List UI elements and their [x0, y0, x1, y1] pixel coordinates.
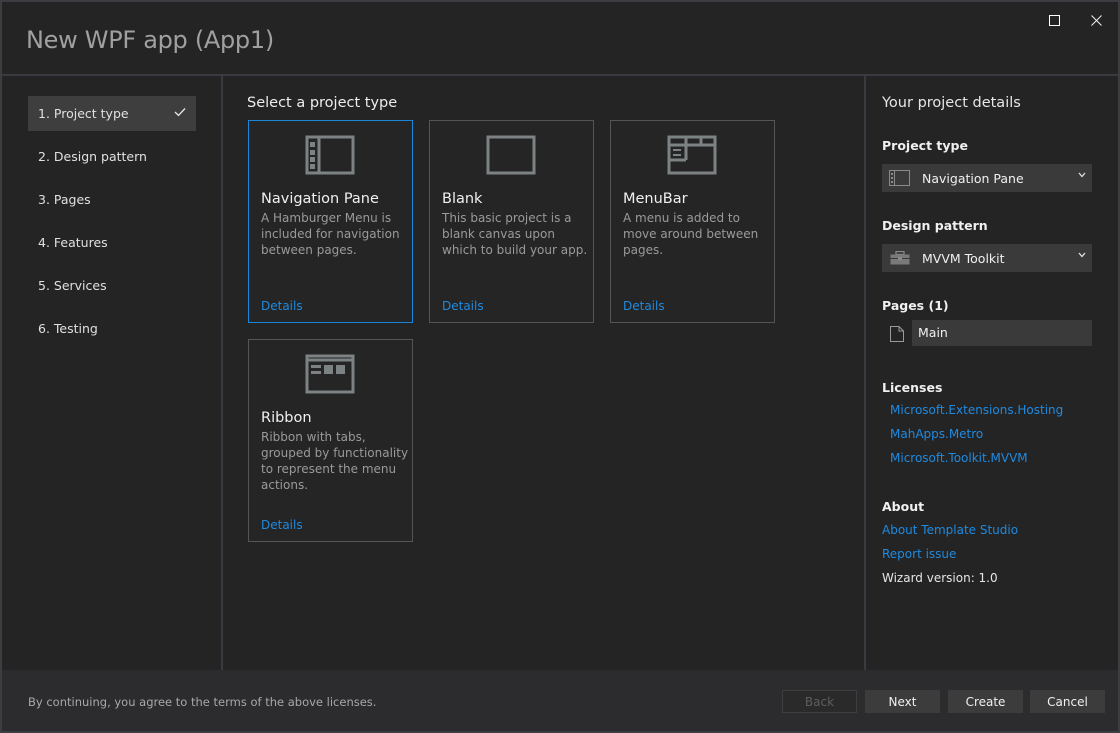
- wizard-window: New WPF app (App1) 1. Project type 2. De…: [2, 2, 1118, 731]
- step-label: 1. Project type: [38, 106, 129, 121]
- card-menubar[interactable]: MenuBar A menu is added to move around b…: [610, 120, 775, 323]
- step-design-pattern[interactable]: 2. Design pattern: [28, 139, 196, 174]
- step-label: 3. Pages: [38, 192, 91, 207]
- card-ribbon[interactable]: Ribbon Ribbon with tabs, grouped by func…: [248, 339, 413, 542]
- card-description: Ribbon with tabs, grouped by functionali…: [261, 430, 409, 492]
- project-type-value: Navigation Pane: [922, 170, 1024, 186]
- step-label: 5. Services: [38, 278, 107, 293]
- details-title: Your project details: [882, 95, 1021, 111]
- card-title: MenuBar: [623, 191, 688, 207]
- step-label: 4. Features: [38, 235, 108, 250]
- details-link[interactable]: Details: [623, 299, 665, 313]
- menubar-icon: [667, 135, 717, 175]
- maximize-button[interactable]: [1040, 10, 1068, 30]
- step-pages[interactable]: 3. Pages: [28, 182, 196, 217]
- toolbox-icon: [888, 249, 912, 267]
- design-pattern-value: MVVM Toolkit: [922, 250, 1005, 266]
- step-services[interactable]: 5. Services: [28, 268, 196, 303]
- license-link[interactable]: MahApps.Metro: [890, 427, 983, 441]
- card-title: Ribbon: [261, 410, 312, 426]
- page-item: Main: [882, 320, 1092, 347]
- maximize-icon: [1048, 14, 1060, 26]
- sidebar-divider: [221, 76, 223, 670]
- step-features[interactable]: 4. Features: [28, 225, 196, 260]
- card-title: Navigation Pane: [261, 191, 379, 207]
- header-divider: [2, 74, 1118, 76]
- step-label: 2. Design pattern: [38, 149, 147, 164]
- about-label: About: [882, 499, 925, 514]
- details-link[interactable]: Details: [261, 518, 303, 532]
- ribbon-icon: [305, 354, 355, 394]
- card-description: A menu is added to move around between p…: [623, 211, 759, 257]
- navigation-pane-icon: [305, 135, 355, 175]
- license-link[interactable]: Microsoft.Toolkit.MVVM: [890, 451, 1028, 465]
- license-link[interactable]: Microsoft.Extensions.Hosting: [890, 403, 1063, 417]
- card-navigation-pane[interactable]: Navigation Pane A Hamburger Menu is incl…: [248, 120, 413, 323]
- card-description: This basic project is a blank canvas upo…: [442, 211, 588, 257]
- report-issue-link[interactable]: Report issue: [882, 547, 956, 561]
- back-button[interactable]: Back: [782, 690, 857, 713]
- project-type-dropdown[interactable]: Navigation Pane: [882, 164, 1092, 192]
- window-title: New WPF app (App1): [26, 26, 274, 54]
- chevron-down-icon: [1078, 252, 1086, 258]
- wizard-version: Wizard version: 1.0: [882, 571, 998, 585]
- terms-text: By continuing, you agree to the terms of…: [28, 695, 377, 709]
- checkmark-icon: [174, 108, 186, 117]
- details-divider: [864, 76, 866, 670]
- design-pattern-label: Design pattern: [882, 218, 988, 233]
- about-template-studio-link[interactable]: About Template Studio: [882, 523, 1018, 537]
- navigation-pane-icon: [888, 169, 912, 187]
- steps-nav: 1. Project type 2. Design pattern 3. Pag…: [28, 96, 196, 354]
- step-testing[interactable]: 6. Testing: [28, 311, 196, 346]
- licenses-label: Licenses: [882, 380, 943, 395]
- details-link[interactable]: Details: [442, 299, 484, 313]
- create-button[interactable]: Create: [948, 690, 1023, 713]
- card-blank[interactable]: Blank This basic project is a blank canv…: [429, 120, 594, 323]
- footer: By continuing, you agree to the terms of…: [2, 670, 1118, 731]
- project-type-label: Project type: [882, 138, 968, 153]
- step-label: 6. Testing: [38, 321, 98, 336]
- close-button[interactable]: [1082, 10, 1110, 30]
- card-description: A Hamburger Menu is included for navigat…: [261, 211, 400, 257]
- blank-icon: [486, 135, 536, 175]
- page-name-input[interactable]: Main: [912, 320, 1092, 346]
- next-button[interactable]: Next: [865, 690, 940, 713]
- chevron-down-icon: [1078, 172, 1086, 178]
- file-icon: [890, 326, 904, 342]
- details-link[interactable]: Details: [261, 299, 303, 313]
- step-project-type[interactable]: 1. Project type: [28, 96, 196, 131]
- close-icon: [1090, 14, 1102, 26]
- card-title: Blank: [442, 191, 483, 207]
- section-title: Select a project type: [247, 95, 398, 111]
- cancel-button[interactable]: Cancel: [1030, 690, 1105, 713]
- design-pattern-dropdown[interactable]: MVVM Toolkit: [882, 244, 1092, 272]
- pages-label: Pages (1): [882, 298, 949, 313]
